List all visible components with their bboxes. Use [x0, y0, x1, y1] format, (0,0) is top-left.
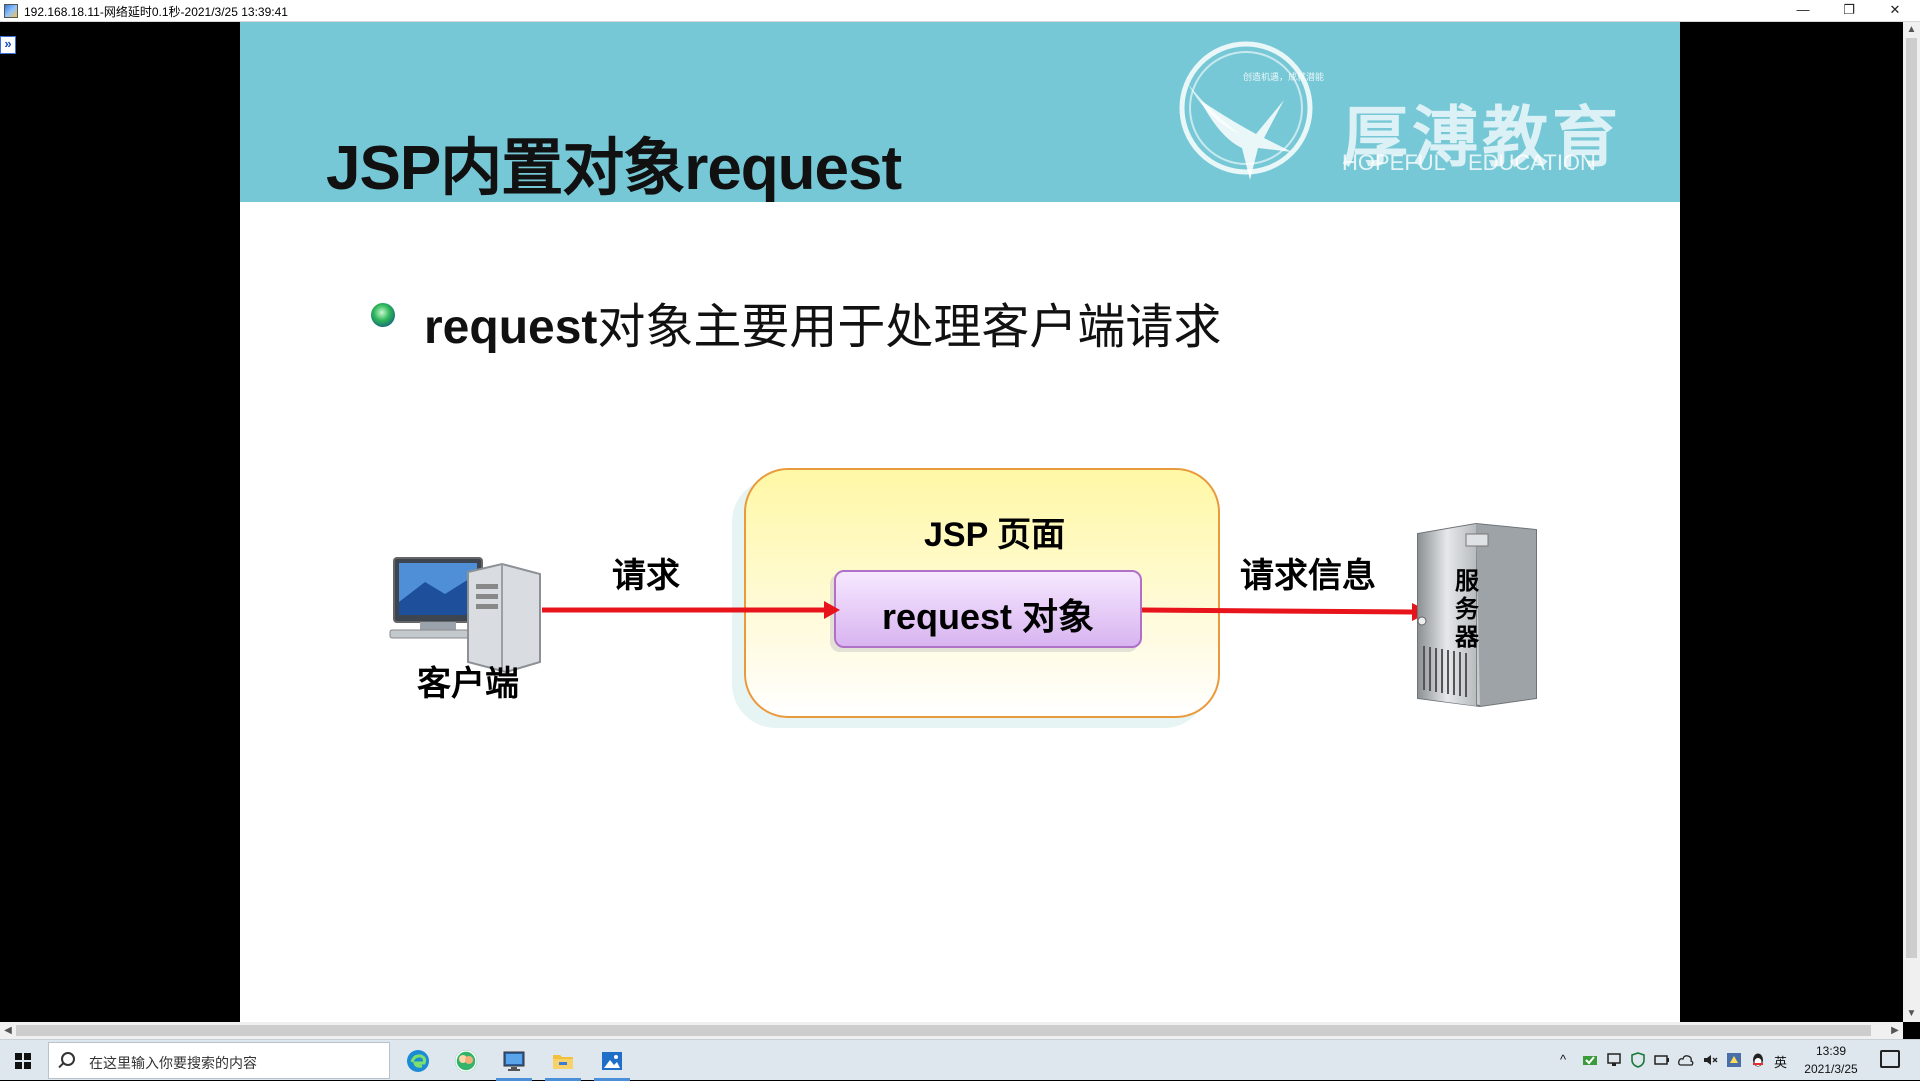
info-arrow-line	[1141, 607, 1413, 615]
clock-date: 2021/3/25	[1804, 1062, 1858, 1076]
windows-logo-icon	[15, 1053, 31, 1069]
remote-desktop-icon[interactable]	[492, 1043, 536, 1081]
search-placeholder: 在这里输入你要搜索的内容	[89, 1055, 257, 1071]
client-label: 客户端	[417, 665, 519, 703]
vertical-scrollbar[interactable]: ▲ ▼	[1903, 22, 1920, 1022]
shield-icon[interactable]	[1630, 1052, 1646, 1068]
scroll-left-arrow-icon[interactable]: ◀	[0, 1022, 16, 1039]
horizontal-scroll-thumb[interactable]	[16, 1025, 1871, 1036]
close-button[interactable]: ✕	[1872, 0, 1918, 22]
qq-tray-icon[interactable]	[1750, 1052, 1766, 1068]
battery-tray-icon[interactable]	[1654, 1053, 1670, 1067]
start-button[interactable]	[0, 1040, 46, 1081]
search-icon	[61, 1052, 75, 1066]
horizontal-scrollbar[interactable]: ◀ ▶	[0, 1022, 1903, 1039]
volume-muted-icon[interactable]	[1702, 1053, 1718, 1067]
presentation-slide: JSP内置对象request 创造机遇，成就潜能 厚溥教育 HOPEFUL ED…	[240, 22, 1680, 1022]
expand-sidebar-button[interactable]: »	[0, 36, 16, 54]
window-title: 192.168.18.11-网络延时0.1秒-2021/3/25 13:39:4…	[24, 5, 288, 19]
app-tray-icon[interactable]	[1726, 1052, 1742, 1068]
scroll-right-arrow-icon[interactable]: ▶	[1887, 1022, 1903, 1039]
scroll-down-arrow-icon[interactable]: ▼	[1903, 1006, 1920, 1022]
network-tray-icon[interactable]	[1606, 1053, 1622, 1067]
tray-overflow-chevron-icon[interactable]: ^	[1560, 1052, 1566, 1067]
edge-icon[interactable]	[396, 1043, 440, 1079]
scroll-up-arrow-icon[interactable]: ▲	[1903, 22, 1920, 38]
vertical-scroll-thumb[interactable]	[1906, 38, 1917, 958]
security-tray-icon[interactable]	[1582, 1053, 1598, 1067]
remote-desktop-app-icon	[4, 4, 18, 18]
server-label: 服务器	[1455, 568, 1479, 651]
request-info-arrow-label: 请求信息	[1240, 557, 1376, 595]
photos-icon[interactable]	[590, 1043, 634, 1081]
restore-button[interactable]: ❐	[1826, 0, 1872, 22]
cloud-tray-icon[interactable]	[1678, 1053, 1694, 1067]
taskbar: 在这里输入你要搜索的内容 ^ 英 13:39 2021/3/25	[0, 1039, 1920, 1081]
notification-center-icon[interactable]	[1880, 1050, 1900, 1068]
clock-time: 13:39	[1815, 1044, 1847, 1058]
taskbar-clock[interactable]: 13:39 2021/3/25	[1796, 1042, 1866, 1078]
file-explorer-icon[interactable]	[541, 1043, 585, 1081]
ime-language-indicator[interactable]: 英	[1774, 1052, 1787, 1071]
window-title-bar: 192.168.18.11-网络延时0.1秒-2021/3/25 13:39:4…	[0, 0, 1920, 22]
request-arrow-head	[824, 601, 840, 619]
minimize-button[interactable]: —	[1780, 0, 1826, 22]
taskbar-search-box[interactable]: 在这里输入你要搜索的内容	[48, 1042, 390, 1079]
people-icon[interactable]	[444, 1043, 488, 1079]
diagram-graphics	[389, 522, 1537, 708]
client-computer-icon	[389, 557, 541, 674]
request-arrow-label: 请求	[612, 557, 680, 595]
